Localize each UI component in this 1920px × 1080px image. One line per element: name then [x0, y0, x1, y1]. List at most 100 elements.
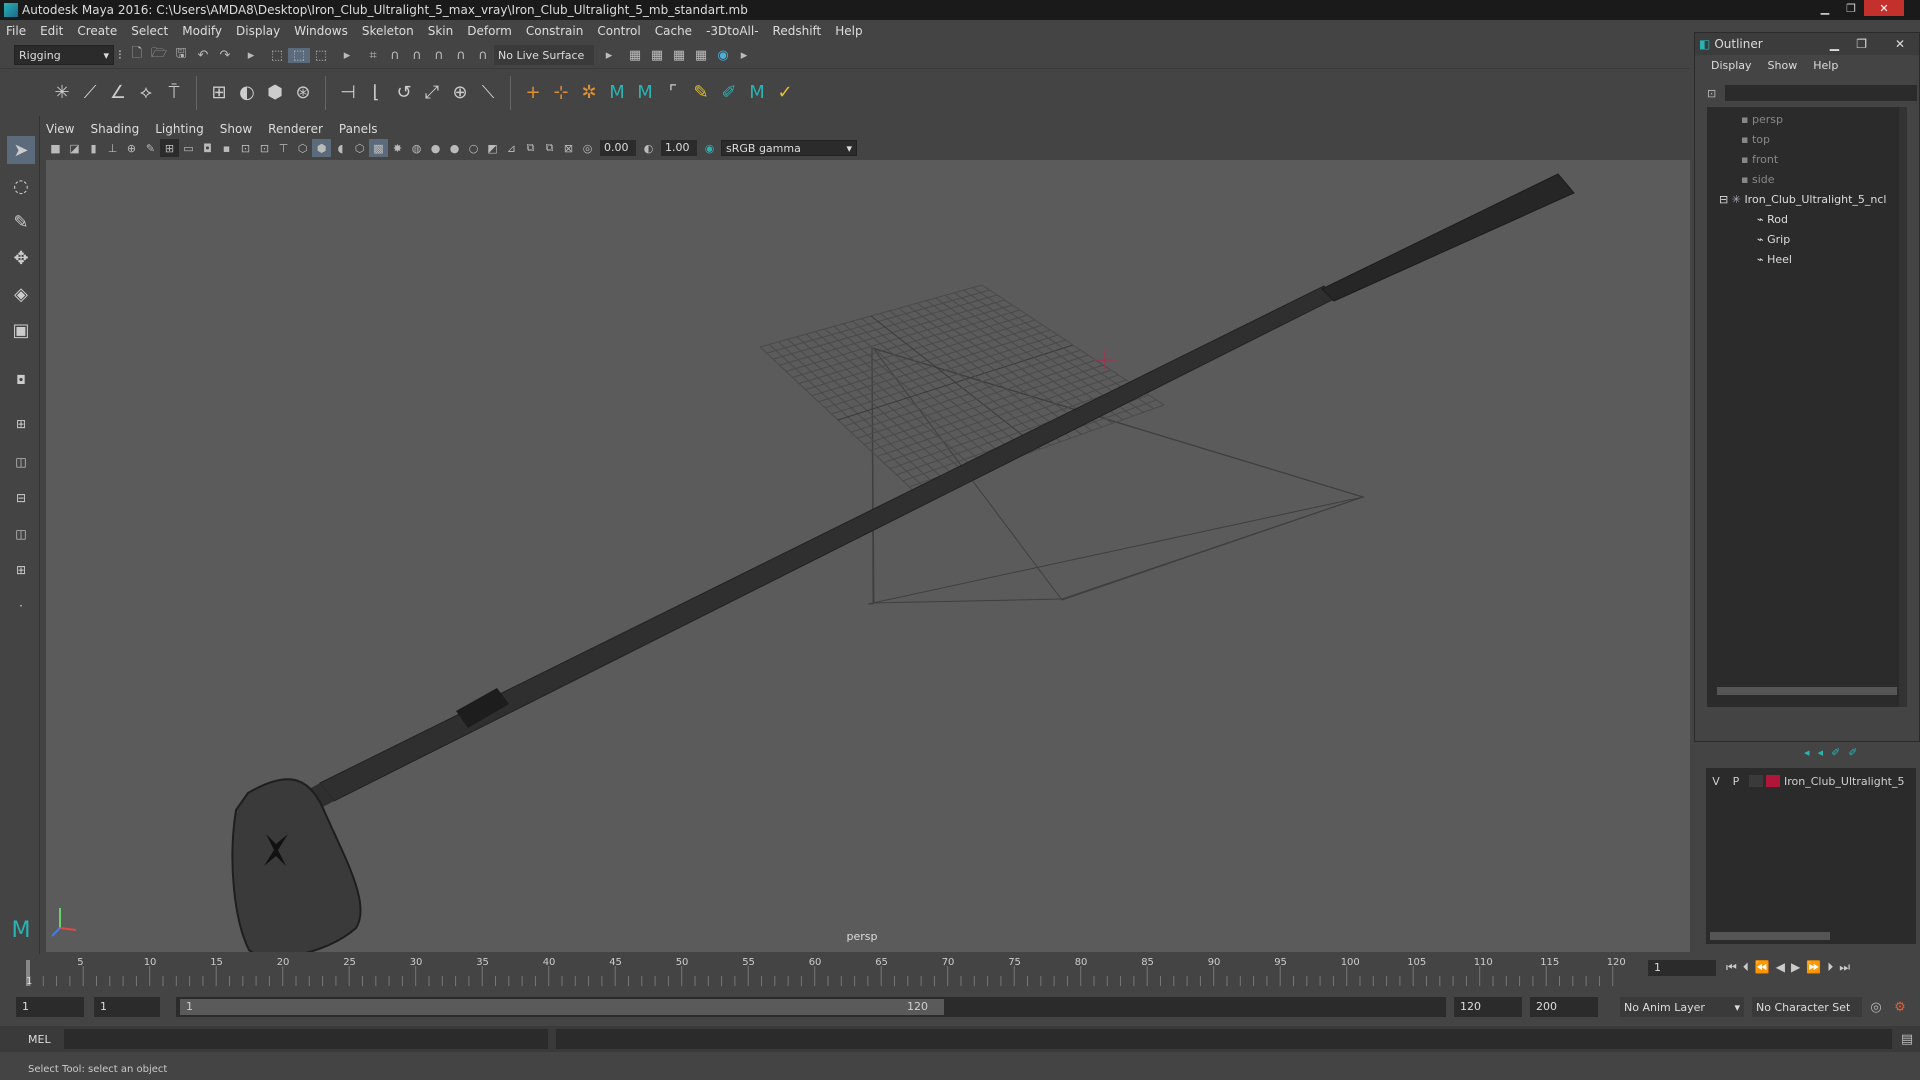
- ipr-render-icon[interactable]: ▦: [646, 48, 668, 63]
- hik-icon[interactable]: ✲: [575, 79, 603, 107]
- outliner-item-heel[interactable]: ⌁ Heel: [1757, 251, 1792, 269]
- camera-attributes-icon[interactable]: ◪: [65, 139, 84, 157]
- outliner-search-input[interactable]: [1725, 85, 1917, 101]
- textured-icon[interactable]: ▩: [369, 139, 388, 157]
- close-icon[interactable]: ✕: [1864, 0, 1904, 16]
- rigid-bind-icon[interactable]: ◐: [233, 79, 261, 107]
- snap-live-icon[interactable]: ∩: [472, 48, 494, 63]
- menu-modify[interactable]: Modify: [182, 24, 222, 38]
- mode-selector[interactable]: Rigging ▾: [14, 45, 114, 65]
- step-back-key-icon[interactable]: ⏪: [1755, 960, 1770, 975]
- xray-joints-icon[interactable]: ⊠: [559, 139, 578, 157]
- command-language-label[interactable]: MEL: [0, 1033, 60, 1046]
- current-frame-field[interactable]: 1: [1648, 960, 1716, 976]
- collapse-icon[interactable]: ▸: [332, 48, 362, 63]
- character-set-dropdown[interactable]: No Character Set: [1752, 997, 1862, 1017]
- select-object-icon[interactable]: ⬚: [288, 47, 310, 63]
- play-forwards-icon[interactable]: ▶: [1791, 960, 1800, 975]
- menu-constrain[interactable]: Constrain: [526, 24, 584, 38]
- menu-select[interactable]: Select: [131, 24, 168, 38]
- outliner-item-front[interactable]: ▪ front: [1741, 151, 1778, 169]
- outliner-menu-display[interactable]: Display: [1711, 59, 1752, 72]
- open-scene-icon[interactable]: 🗁: [148, 44, 170, 66]
- layer-scrollbar[interactable]: [1710, 932, 1830, 940]
- maya-mel-icon-1[interactable]: M: [603, 79, 631, 107]
- time-slider[interactable]: 5 10 15 20 25 30 35 40 45 50 55 60 65 70 75 80 85 90 95 100…: [0, 954, 1850, 988]
- wireframe-icon[interactable]: ⬡: [293, 139, 312, 157]
- exposure-icon[interactable]: ◎: [578, 139, 597, 157]
- side-by-side-icon[interactable]: ◫: [7, 448, 35, 476]
- snap-grid-icon[interactable]: ⌗: [362, 48, 384, 63]
- snap-surface-icon[interactable]: ∩: [450, 48, 472, 63]
- new-layer-icon[interactable]: ✐: [1831, 746, 1840, 759]
- select-camera-icon[interactable]: ■: [46, 139, 65, 157]
- layer-playback-toggle[interactable]: P: [1726, 775, 1746, 788]
- rotate-tool-icon[interactable]: ◈: [7, 280, 35, 308]
- start-time-field[interactable]: 1: [16, 997, 84, 1017]
- menu-cache[interactable]: Cache: [655, 24, 692, 38]
- outliner-item-persp[interactable]: ▪ persp: [1741, 111, 1783, 129]
- outliner-menu-show[interactable]: Show: [1768, 59, 1798, 72]
- aim-constraint-icon[interactable]: ⌊: [362, 79, 390, 107]
- bookmark-icon[interactable]: ▮: [84, 139, 103, 157]
- use-all-lights-icon[interactable]: ✸: [388, 139, 407, 157]
- 2d-pan-zoom-icon[interactable]: ⊕: [122, 139, 141, 157]
- field-chart-icon[interactable]: ⊡: [236, 139, 255, 157]
- resolution-gate-icon[interactable]: ◘: [198, 139, 217, 157]
- step-forward-icon[interactable]: ⏵: [1827, 960, 1833, 975]
- new-layer-selected-icon[interactable]: ✐: [1848, 746, 1857, 759]
- color-management-icon[interactable]: ◉: [700, 139, 719, 157]
- persp-graph-icon[interactable]: ◫: [7, 520, 35, 548]
- maya-mel-icon-3[interactable]: M: [743, 79, 771, 107]
- persp-outliner-icon[interactable]: ⊟: [7, 484, 35, 512]
- auto-key-icon[interactable]: ◎: [1866, 1000, 1886, 1015]
- select-hierarchy-icon[interactable]: ⬚: [266, 48, 288, 63]
- filter-icon[interactable]: ⊡: [1707, 87, 1725, 100]
- smooth-bind-icon[interactable]: ⊞: [205, 79, 233, 107]
- collapse-icon[interactable]: ▸: [734, 48, 754, 63]
- hypershade-layout-icon[interactable]: ⊞: [7, 556, 35, 584]
- exposure-field[interactable]: 0.00: [600, 140, 636, 156]
- gamma-icon[interactable]: ◐: [639, 139, 658, 157]
- grid-toggle-icon[interactable]: ⊞: [160, 139, 179, 157]
- range-slider-handle[interactable]: 1 120: [180, 999, 944, 1015]
- maya-mel-icon-2[interactable]: M: [631, 79, 659, 107]
- color-space-dropdown[interactable]: sRGB gamma ▾: [721, 140, 857, 156]
- viewport-menu-lighting[interactable]: Lighting: [155, 122, 204, 136]
- smooth-shade-icon[interactable]: ⬢: [312, 139, 331, 157]
- safe-title-icon[interactable]: ⊤: [274, 139, 293, 157]
- restore-icon[interactable]: ❐: [1838, 0, 1864, 16]
- live-surface-field[interactable]: No Live Surface: [494, 45, 594, 65]
- play-backwards-icon[interactable]: ◀: [1776, 960, 1785, 975]
- script-editor-icon[interactable]: ▤: [1896, 1032, 1918, 1047]
- ik-spline-icon[interactable]: ∠: [104, 79, 132, 107]
- select-tool-icon[interactable]: ➤: [7, 136, 35, 164]
- orient-constraint-icon[interactable]: ↺: [390, 79, 418, 107]
- go-to-end-icon[interactable]: ⏭: [1839, 960, 1850, 975]
- wireframe-on-shaded-icon[interactable]: ⬡: [350, 139, 369, 157]
- redo-icon[interactable]: ↷: [214, 48, 236, 63]
- isolate-select-icon[interactable]: ⊿: [502, 139, 521, 157]
- single-view-icon[interactable]: ◘: [7, 366, 35, 394]
- pole-vector-icon[interactable]: ⟍: [474, 79, 502, 107]
- menu-windows[interactable]: Windows: [294, 24, 348, 38]
- anim-layer-dropdown[interactable]: No Anim Layer ▾: [1620, 997, 1744, 1017]
- menu-3dtoall[interactable]: -3DtoAll-: [706, 24, 758, 38]
- xray-icon[interactable]: ⧉: [521, 139, 540, 157]
- shadows-icon[interactable]: ◍: [407, 139, 426, 157]
- minimize-icon[interactable]: ▁: [1812, 0, 1838, 16]
- lattice-icon[interactable]: ⬢: [261, 79, 289, 107]
- checkmark-icon[interactable]: ✓: [771, 79, 799, 107]
- bracket-icon[interactable]: ⌜: [659, 79, 687, 107]
- gate-mask-icon[interactable]: ▪: [217, 139, 236, 157]
- depth-of-field-icon[interactable]: ◩: [483, 139, 502, 157]
- layer-color-swatch[interactable]: [1766, 775, 1780, 787]
- end-time-field[interactable]: 200: [1530, 997, 1598, 1017]
- new-scene-icon[interactable]: 🗋: [126, 44, 148, 66]
- outliner-item-grip[interactable]: ⌁ Grip: [1757, 231, 1790, 249]
- layer-name[interactable]: Iron_Club_Ultralight_5: [1784, 775, 1914, 788]
- menu-skeleton[interactable]: Skeleton: [362, 24, 414, 38]
- insert-joint-icon[interactable]: ⟡: [132, 79, 160, 107]
- outliner-menu-help[interactable]: Help: [1813, 59, 1838, 72]
- range-slider-track[interactable]: 1 120: [176, 997, 1446, 1017]
